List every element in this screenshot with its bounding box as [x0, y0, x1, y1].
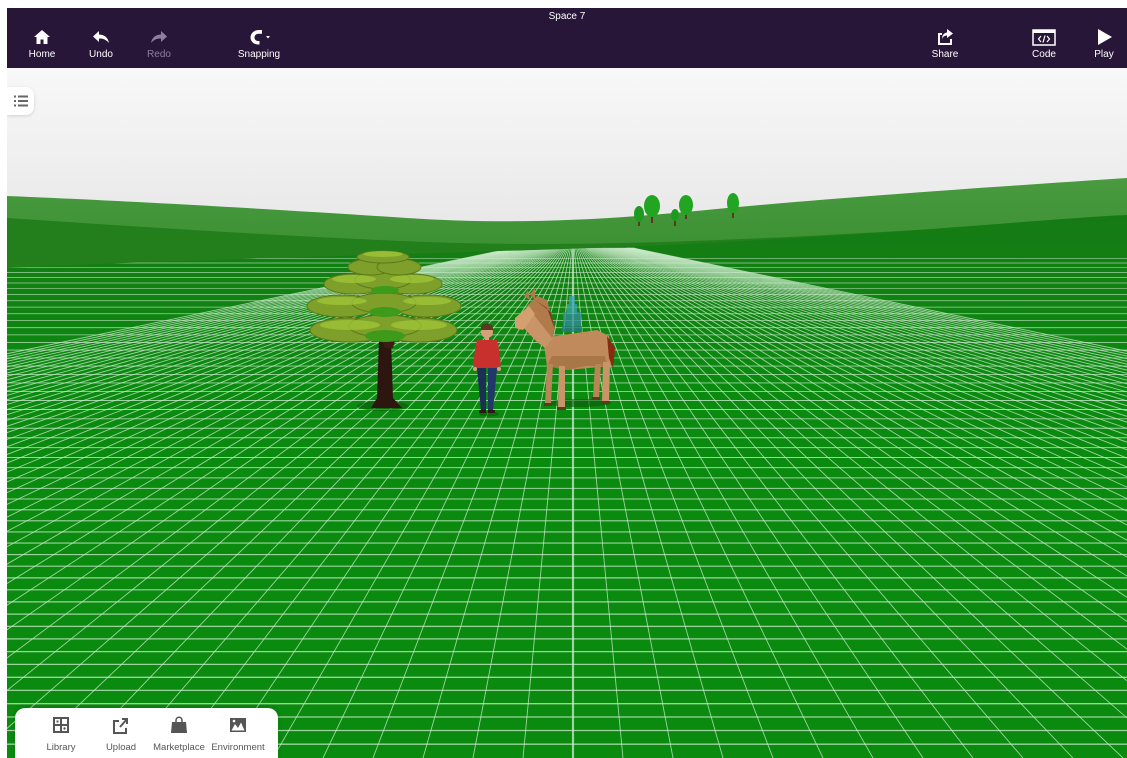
marketplace-label: Marketplace [153, 742, 205, 753]
share-label: Share [931, 49, 959, 60]
upload-label: Upload [105, 742, 137, 753]
shopping-bag-icon [171, 716, 187, 733]
home-icon [34, 30, 50, 44]
undo-label: Undo [89, 49, 113, 60]
landscape-image-icon [230, 718, 246, 732]
snapping-label: Snapping [237, 49, 281, 60]
top-toolbar: Space 7 Home Undo Redo Snapping Share Co… [7, 8, 1127, 68]
upload-icon [113, 718, 128, 734]
play-label: Play [1094, 49, 1114, 60]
marketplace-button[interactable]: Marketplace [149, 716, 209, 758]
share-button[interactable]: Share [917, 28, 973, 66]
app-window: Space 7 Home Undo Redo Snapping Share Co… [7, 8, 1127, 758]
upload-button[interactable]: Upload [91, 716, 151, 758]
scene-outline-button[interactable] [7, 87, 34, 115]
home-button[interactable]: Home [14, 28, 70, 66]
redo-button[interactable]: Redo [131, 28, 187, 66]
play-button[interactable]: Play [1076, 28, 1127, 66]
undo-button[interactable]: Undo [73, 28, 129, 66]
snapping-button[interactable]: Snapping [231, 28, 287, 66]
list-icon [13, 95, 28, 107]
space-title: Space 7 [548, 11, 586, 22]
library-button[interactable]: Library [31, 716, 91, 758]
code-label: Code [1032, 49, 1056, 60]
library-grid-icon [53, 717, 69, 733]
scene-viewport[interactable] [7, 68, 1127, 758]
magnet-icon [250, 30, 270, 45]
library-label: Library [46, 742, 76, 753]
code-icon [1032, 29, 1056, 46]
bottom-toolbar: Library Upload Marketplace Environment [15, 708, 278, 758]
share-icon [938, 29, 953, 45]
redo-label: Redo [147, 49, 171, 60]
redo-arrow-icon [151, 31, 167, 43]
play-icon [1098, 29, 1112, 45]
environment-label: Environment [211, 742, 265, 753]
code-button[interactable]: Code [1016, 28, 1072, 66]
undo-arrow-icon [93, 31, 109, 43]
environment-button[interactable]: Environment [208, 716, 268, 758]
home-label: Home [28, 49, 56, 60]
